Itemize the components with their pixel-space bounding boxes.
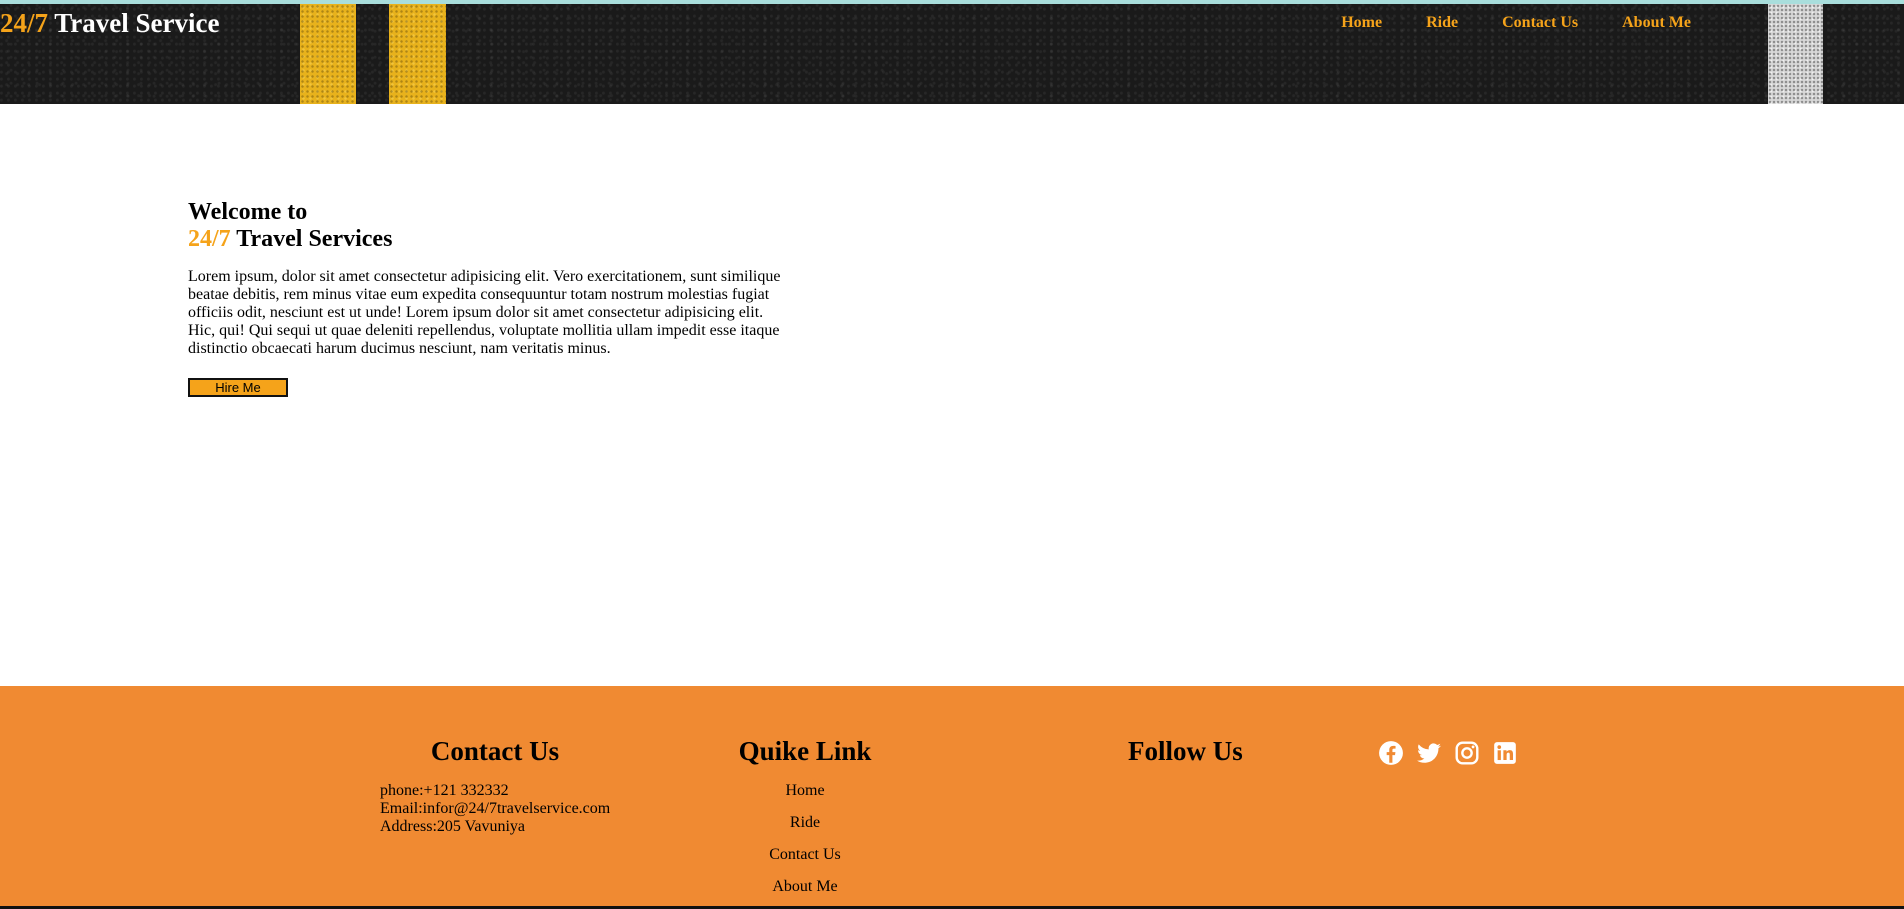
footer-contact-title: Contact Us <box>430 736 560 766</box>
instagram-icon[interactable] <box>1454 740 1480 766</box>
road-stripe-white <box>1768 4 1823 104</box>
nav-contact-us[interactable]: Contact Us <box>1502 14 1578 32</box>
road-stripe-yellow-2 <box>389 4 446 104</box>
page: 24/7 Travel Service Home Ride Contact Us… <box>0 0 1904 909</box>
contact-phone: phone:+121 332332 <box>380 782 509 799</box>
hero-section: Welcome to 24/7 Travel Services Lorem ip… <box>188 199 808 397</box>
brand-name: Travel Service <box>48 8 220 38</box>
footer-link-ride[interactable]: Ride <box>705 814 905 832</box>
footer-follow: Follow Us <box>1128 736 1348 766</box>
hire-me-button[interactable]: Hire Me <box>188 378 288 397</box>
hero-title-line1: Welcome to <box>188 199 308 225</box>
brand-accent: 24/7 <box>0 8 49 38</box>
footer-links-title: Quike Link <box>738 736 872 766</box>
facebook-icon[interactable] <box>1378 740 1404 766</box>
contact-email: Email:infor@24/7travelservice.com <box>380 800 611 817</box>
footer-quick-links: Quike Link Home Ride Contact Us About Me <box>705 736 905 909</box>
footer-link-contact-us[interactable]: Contact Us <box>705 846 905 864</box>
footer-links-list: Home Ride Contact Us About Me <box>705 782 905 896</box>
hero-title-accent: 24/7 <box>188 226 231 252</box>
road-stripe-yellow-1 <box>300 4 356 104</box>
site-logo[interactable]: 24/7 Travel Service <box>0 8 219 39</box>
footer-follow-title: Follow Us <box>1128 736 1243 766</box>
contact-address: Address:205 Vavuniya <box>380 818 526 835</box>
nav-ride[interactable]: Ride <box>1426 14 1458 32</box>
hero-description: Lorem ipsum, dolor sit amet consectetur … <box>188 268 781 357</box>
header-top-line <box>0 0 1904 4</box>
site-header: 24/7 Travel Service Home Ride Contact Us… <box>0 0 1904 104</box>
contact-info: phone:+121 332332 Email:infor@24/7travel… <box>380 782 640 836</box>
hero-title: Welcome to 24/7 Travel Services <box>188 199 808 253</box>
footer-link-home[interactable]: Home <box>705 782 905 800</box>
nav-about-me[interactable]: About Me <box>1622 14 1691 32</box>
footer-contact: Contact Us phone:+121 332332 Email:infor… <box>380 736 640 836</box>
main-nav: Home Ride Contact Us About Me <box>1341 14 1691 32</box>
hero-title-rest: Travel Services <box>230 226 393 252</box>
twitter-icon[interactable] <box>1416 740 1442 766</box>
footer-link-about-me[interactable]: About Me <box>705 878 905 896</box>
site-footer: Contact Us phone:+121 332332 Email:infor… <box>0 686 1904 906</box>
linkedin-icon[interactable] <box>1492 740 1518 766</box>
social-links <box>1378 740 1518 766</box>
nav-home[interactable]: Home <box>1341 14 1382 32</box>
